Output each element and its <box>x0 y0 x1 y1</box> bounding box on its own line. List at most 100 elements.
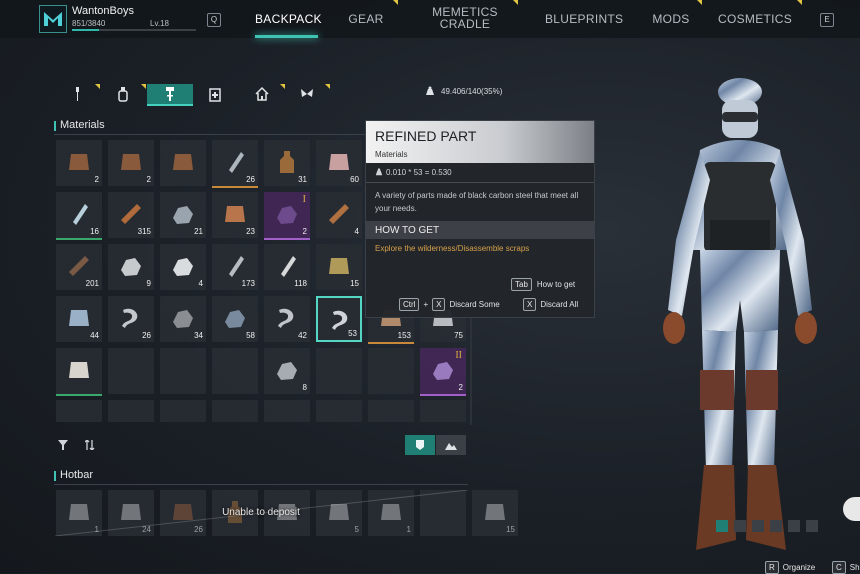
new-indicator-icon <box>95 84 100 89</box>
item-count: 26 <box>246 175 255 184</box>
inventory-slot-refined-part[interactable]: 53 <box>316 296 362 342</box>
section-divider <box>54 484 468 485</box>
inventory-slot-empty[interactable] <box>264 400 310 422</box>
inventory-slot-rocks[interactable]: 9 <box>108 244 154 290</box>
character-model[interactable] <box>640 70 840 560</box>
crystal-icon <box>277 206 297 224</box>
new-indicator-icon <box>797 0 802 5</box>
inventory-slot-shard[interactable]: 8 <box>264 348 310 394</box>
item-tooltip: REFINED PART Materials 0.010 * 53 = 0.53… <box>365 120 595 318</box>
discard-some-hint[interactable]: Ctrl + X Discard Some <box>399 298 500 311</box>
prev-tab-key[interactable]: Q <box>207 13 221 27</box>
bag-icon <box>121 154 141 170</box>
inventory-slot-empty[interactable] <box>160 348 206 394</box>
inventory-slot-crystal[interactable]: 2I <box>264 192 310 240</box>
filter-button[interactable] <box>55 438 71 452</box>
equip-slot-icon[interactable] <box>806 520 818 532</box>
view-toggle-terrain[interactable] <box>436 435 466 455</box>
branch-icon <box>69 256 89 276</box>
bag-icon <box>173 154 193 170</box>
item-count: 8 <box>302 383 307 392</box>
inventory-slot-can[interactable]: 173 <box>212 244 258 290</box>
c-hint[interactable]: C Sh <box>832 561 860 574</box>
inventory-slot-tube[interactable]: 16 <box>56 192 102 240</box>
inventory-slot-empty[interactable] <box>108 400 154 422</box>
inventory-slot-bag[interactable] <box>160 140 206 186</box>
item-count: 44 <box>90 331 99 340</box>
inventory-slot-empty[interactable] <box>368 348 414 394</box>
inventory-slot-cake[interactable]: 60 <box>316 140 362 186</box>
player-logo-icon <box>44 12 62 26</box>
inventory-slot-empty[interactable] <box>212 348 258 394</box>
equip-slot-icon[interactable] <box>716 520 728 532</box>
inventory-slot-log[interactable]: 315 <box>108 192 154 238</box>
inventory-slot-gravel[interactable]: 58 <box>212 296 258 342</box>
inventory-slot-empty[interactable] <box>108 348 154 394</box>
player-xp: 851/3840 <box>72 19 106 28</box>
hotbar-slot[interactable]: 15 <box>472 490 518 536</box>
inventory-slot-empty[interactable] <box>420 400 466 422</box>
tab-blueprints[interactable]: BLUEPRINTS <box>545 12 623 26</box>
pipe-icon <box>281 256 296 277</box>
badge-icon <box>416 440 424 450</box>
inventory-slot-flashlight[interactable]: 26 <box>212 140 258 188</box>
inventory-slot-cloth[interactable] <box>56 348 102 396</box>
inventory-slot-empty[interactable] <box>368 400 414 422</box>
inventory-slot-pipe[interactable]: 118 <box>264 244 310 290</box>
tab-backpack[interactable]: BACKPACK <box>255 12 322 26</box>
inventory-slot-bolt[interactable]: 42 <box>264 296 310 342</box>
subtab-deviations[interactable] <box>290 84 324 104</box>
inventory-slot-stones[interactable]: 4 <box>160 244 206 290</box>
subtab-tools[interactable] <box>60 84 94 104</box>
discard-all-label: Discard All <box>540 300 579 309</box>
discard-all-hint[interactable]: X Discard All <box>523 298 578 311</box>
inventory-slot-empty[interactable] <box>160 400 206 422</box>
inventory-slot-scrap[interactable]: 34 <box>160 296 206 342</box>
tab-cosmetics[interactable]: COSMETICS <box>718 12 792 26</box>
equip-slot-icon[interactable] <box>734 520 746 532</box>
inventory-slot-bag[interactable]: 2 <box>108 140 154 186</box>
item-count: 75 <box>454 331 463 340</box>
item-count: 58 <box>246 331 255 340</box>
next-tab-key[interactable]: E <box>820 13 834 27</box>
inventory-slot-empty[interactable] <box>316 400 362 422</box>
subtab-building[interactable] <box>245 84 279 104</box>
bag-icon <box>69 154 89 170</box>
inventory-slot-fiber[interactable]: 15 <box>316 244 362 290</box>
inventory-slot-branch[interactable]: 201 <box>56 244 102 290</box>
inventory-slot-empty[interactable] <box>56 400 102 422</box>
item-count: 23 <box>246 227 255 236</box>
how-to-get-hint[interactable]: Tab How to get <box>511 278 575 291</box>
subtab-consumables[interactable] <box>106 84 140 104</box>
inventory-slot-bag[interactable]: 2 <box>56 140 102 186</box>
equip-slot-icon[interactable] <box>752 520 764 532</box>
inventory-slot-gem[interactable]: 2 II <box>420 348 466 396</box>
tab-gear[interactable]: GEAR <box>345 12 387 26</box>
stones-icon <box>173 258 193 276</box>
inventory-slot-copper[interactable]: 23 <box>212 192 258 238</box>
inventory-slot-bottle[interactable]: 31 <box>264 140 310 186</box>
inventory-slot-wrench[interactable]: 26 <box>108 296 154 342</box>
sort-button[interactable] <box>82 438 98 452</box>
check-icon[interactable] <box>843 497 860 521</box>
view-toggle-storage[interactable] <box>405 435 435 455</box>
item-count: 118 <box>294 279 307 288</box>
avatar[interactable] <box>39 5 67 33</box>
organize-hint[interactable]: R Organize <box>765 561 815 574</box>
inventory-slot-ore[interactable]: 21 <box>160 192 206 238</box>
subtab-medical[interactable] <box>198 84 232 104</box>
inventory-slot-empty[interactable] <box>212 400 258 422</box>
equip-slot-icon[interactable] <box>788 520 800 532</box>
equip-slot-icon[interactable] <box>770 520 782 532</box>
xp-bar-fill <box>72 29 100 31</box>
inventory-slot-empty[interactable] <box>316 348 362 394</box>
item-count: 4 <box>198 279 203 288</box>
new-indicator-icon <box>393 0 398 5</box>
tab-mods[interactable]: MODS <box>650 12 692 26</box>
inventory-slot-plank[interactable]: 4 <box>316 192 362 238</box>
tab-memetics-cradle[interactable]: MEMETICS CRADLE <box>425 6 505 30</box>
inventory-slot-plate[interactable]: 44 <box>56 296 102 342</box>
subtab-materials[interactable] <box>147 84 193 106</box>
gravel-icon <box>225 310 245 328</box>
how-to-get-text: Explore the wilderness/Disassemble scrap… <box>375 244 530 253</box>
